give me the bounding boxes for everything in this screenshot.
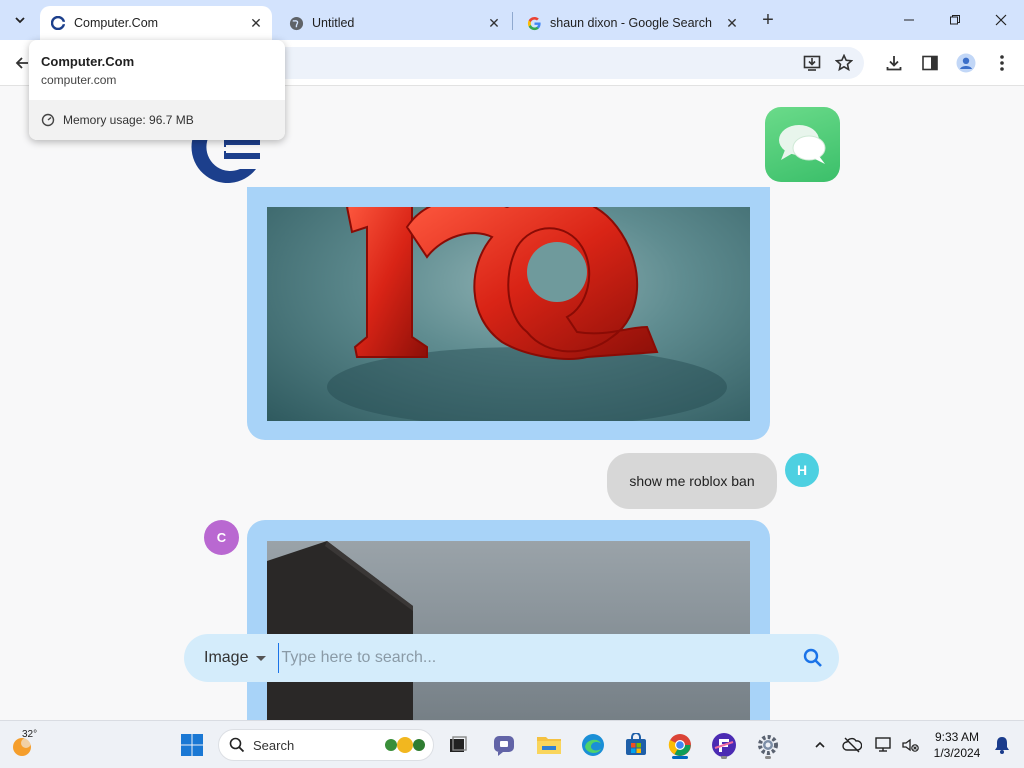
search-icon	[803, 648, 822, 667]
generated-image[interactable]	[267, 207, 750, 421]
caret-down-icon	[256, 655, 267, 661]
generated-image[interactable]	[267, 541, 750, 720]
running-indicator	[672, 756, 688, 759]
assistant-avatar: C	[204, 520, 239, 555]
close-window-button[interactable]	[978, 0, 1024, 40]
gear-icon	[758, 735, 778, 755]
user-message-bubble: show me roblox ban	[607, 453, 777, 509]
star-icon	[835, 54, 853, 72]
more-vert-icon	[1000, 55, 1004, 71]
tab-separator	[512, 12, 513, 30]
downloads-button[interactable]	[882, 51, 906, 75]
show-hidden-icons-button[interactable]	[804, 729, 836, 761]
edge-icon	[582, 734, 604, 756]
search-icon	[229, 737, 245, 753]
search-bar: Image	[184, 634, 839, 682]
app-icon	[712, 733, 736, 757]
tab-title: shaun dixon - Google Search	[550, 16, 712, 30]
hover-card-title: Computer.Com	[41, 54, 135, 69]
arrow-left-icon	[15, 57, 28, 69]
chat-icon	[494, 736, 514, 756]
install-app-button[interactable]	[800, 51, 824, 75]
close-icon	[995, 14, 1007, 26]
volume-button[interactable]	[894, 729, 926, 761]
tab-google-search[interactable]: shaun dixon - Google Search ✕	[516, 6, 748, 40]
tab-computer-com[interactable]: Computer.Com ✕	[40, 6, 272, 40]
tab-untitled[interactable]: Untitled ✕	[278, 6, 510, 40]
task-view-button[interactable]	[442, 729, 474, 761]
clock-time: 9:33 AM	[934, 730, 980, 744]
profile-icon	[956, 53, 976, 73]
weather-temperature: 32°	[22, 729, 38, 740]
messages-app-icon[interactable]	[765, 107, 840, 182]
tab-strip: Computer.Com ✕ Untitled ✕ shaun dixon - …	[0, 0, 1024, 40]
search-highlight-icon	[385, 737, 425, 753]
hover-card-memory: Memory usage: 96.7 MB	[29, 100, 285, 140]
tab-hover-card: Computer.Com computer.com Memory usage: …	[29, 40, 285, 140]
restore-button[interactable]	[932, 0, 978, 40]
cloud-offline-icon	[842, 737, 862, 753]
task-view-icon	[450, 736, 467, 752]
minimize-button[interactable]	[886, 0, 932, 40]
edge-button[interactable]	[577, 729, 609, 761]
taskbar-search[interactable]: Search	[218, 729, 434, 761]
tab-title: Untitled	[312, 16, 355, 30]
bookmark-button[interactable]	[832, 51, 856, 75]
search-button[interactable]	[801, 646, 825, 670]
user-avatar: H	[785, 453, 819, 487]
taskbar-search-label: Search	[253, 737, 295, 753]
image-message-bubble	[247, 520, 770, 720]
install-icon	[803, 55, 821, 71]
profile-button[interactable]	[954, 51, 978, 75]
display-network-icon	[875, 737, 891, 752]
hover-card-domain: computer.com	[41, 73, 117, 87]
search-mode-label: Image	[204, 649, 249, 666]
clock[interactable]: 9:33 AM 1/3/2024	[928, 729, 986, 761]
file-explorer-button[interactable]	[533, 729, 565, 761]
gauge-icon	[41, 113, 55, 127]
folder-icon	[537, 737, 561, 754]
close-icon[interactable]: ✕	[246, 13, 266, 33]
tab-title: Computer.Com	[74, 16, 159, 30]
search-input[interactable]	[278, 643, 801, 673]
memory-usage-text: Memory usage: 96.7 MB	[63, 113, 194, 127]
start-button[interactable]	[176, 729, 208, 761]
chevron-down-icon	[15, 17, 25, 24]
user-message-text: show me roblox ban	[629, 473, 755, 489]
teams-chat-button[interactable]	[488, 729, 520, 761]
windows-icon	[181, 734, 203, 756]
clock-date: 1/3/2024	[933, 746, 981, 760]
tab-search-button[interactable]	[8, 8, 32, 32]
onedrive-button[interactable]	[836, 729, 868, 761]
chevron-up-icon	[815, 741, 825, 748]
taskbar: 32° Search 9:33 AM 1/3/2024	[0, 720, 1024, 768]
bell-icon	[995, 737, 1009, 754]
store-icon	[626, 733, 646, 755]
microsoft-store-button[interactable]	[620, 729, 652, 761]
running-indicator	[765, 756, 771, 759]
side-panel-icon	[922, 55, 938, 71]
new-tab-button[interactable]: +	[756, 9, 780, 31]
menu-button[interactable]	[990, 51, 1014, 75]
settings-button[interactable]	[752, 729, 784, 761]
google-icon	[526, 15, 542, 31]
restore-icon	[950, 15, 960, 25]
volume-muted-icon	[902, 738, 919, 752]
app-button[interactable]	[708, 729, 740, 761]
chrome-button[interactable]	[664, 729, 696, 761]
page-content: show me roblox ban H C Image	[0, 87, 1024, 720]
notifications-button[interactable]	[986, 729, 1018, 761]
chrome-icon	[668, 734, 691, 756]
computer-com-icon	[50, 15, 66, 31]
globe-icon	[288, 15, 304, 31]
download-icon	[886, 56, 902, 71]
close-icon[interactable]: ✕	[722, 13, 742, 33]
close-icon[interactable]: ✕	[484, 13, 504, 33]
minimize-icon	[904, 19, 914, 21]
side-panel-button[interactable]	[918, 51, 942, 75]
search-mode-dropdown[interactable]: Image	[204, 649, 267, 667]
running-indicator	[721, 756, 727, 759]
image-message-bubble	[247, 187, 770, 440]
